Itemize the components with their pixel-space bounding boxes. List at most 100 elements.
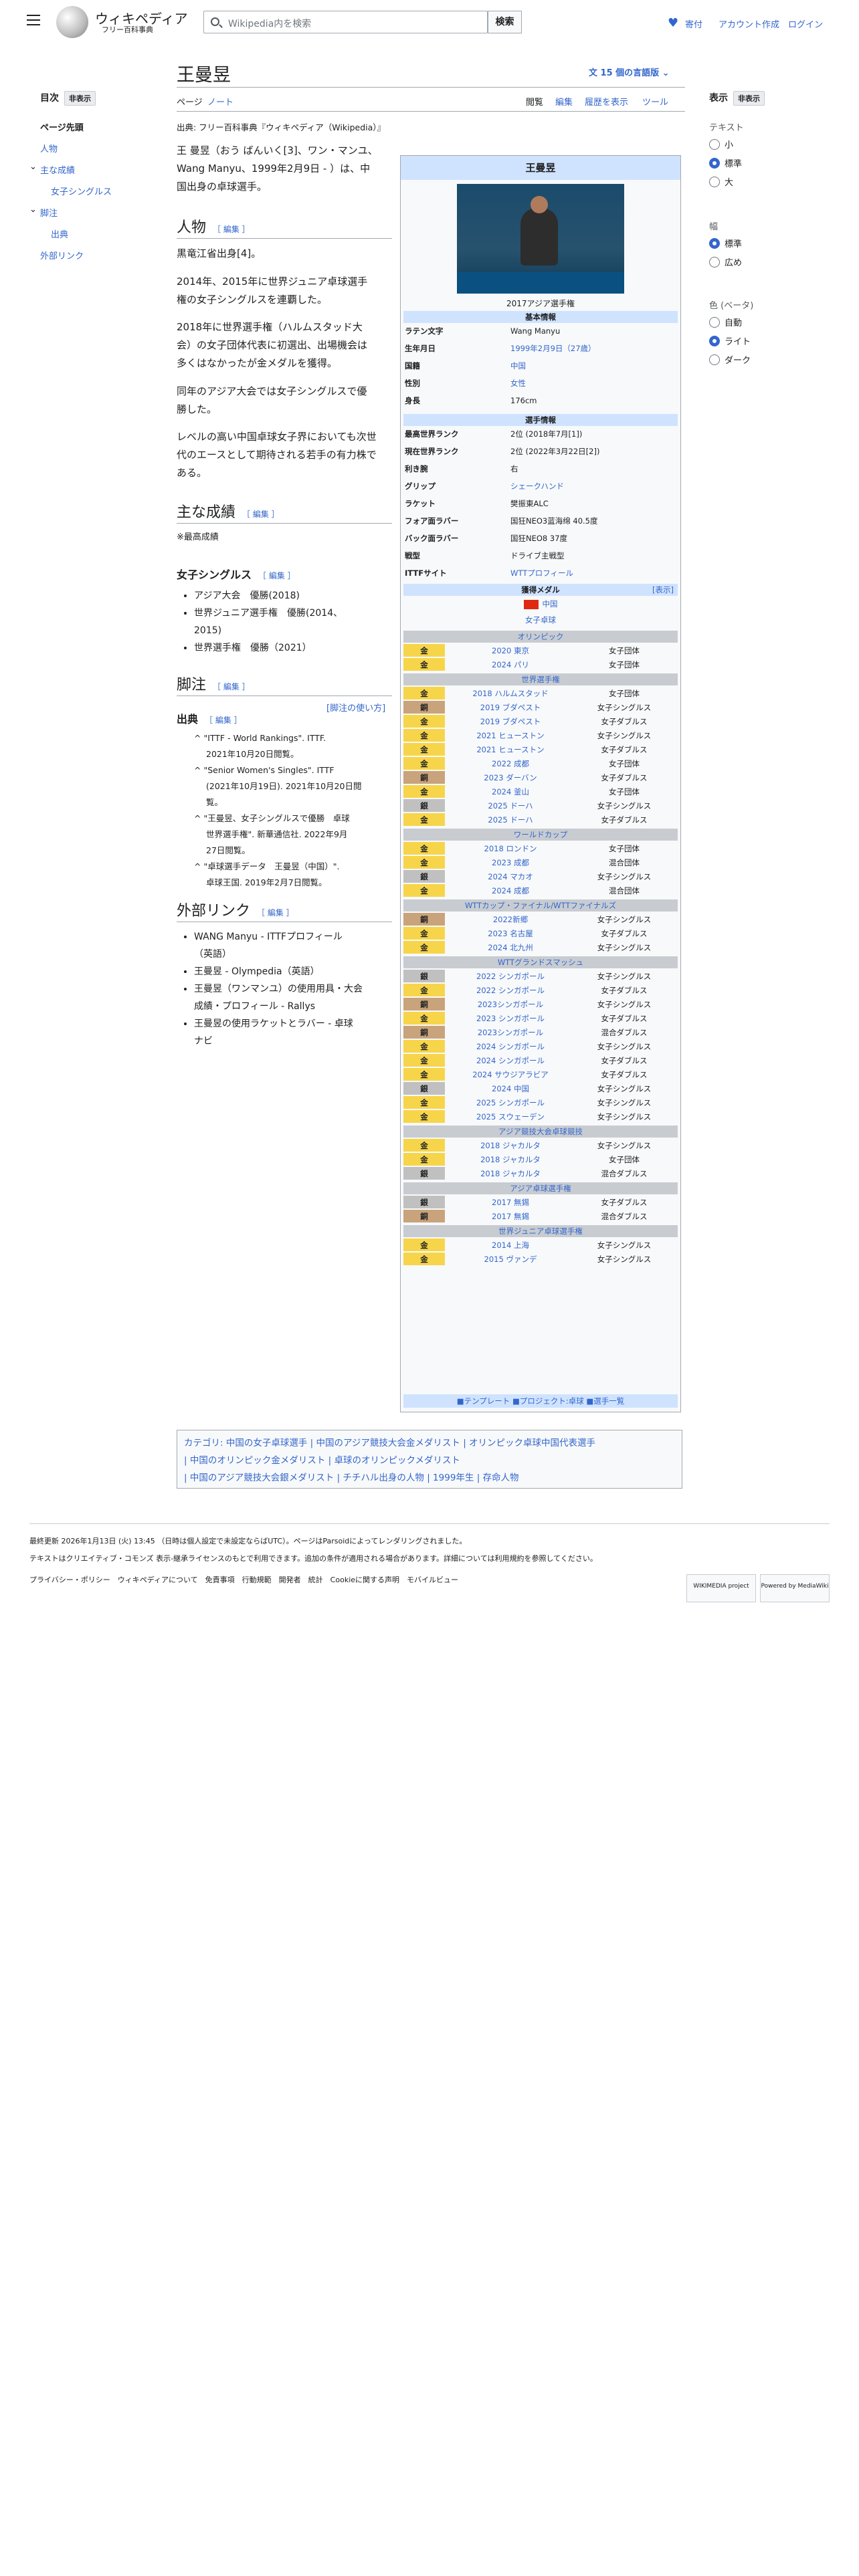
menu-icon[interactable] bbox=[27, 15, 40, 25]
tab-edit[interactable]: 編集 bbox=[555, 95, 573, 108]
medal-row: 金 2024 シンガポール 女子シングルス bbox=[403, 1040, 678, 1053]
medal-event-link[interactable]: 2023シンガポール bbox=[464, 1026, 557, 1039]
medal-event-link[interactable]: 2024 中国 bbox=[464, 1082, 557, 1095]
radio-width-standard[interactable]: 標準 bbox=[709, 237, 742, 249]
medal-event-link[interactable]: 2021 ヒューストン bbox=[464, 743, 557, 756]
chevron-down-icon[interactable]: ⌄ bbox=[29, 205, 37, 215]
medal-event-link[interactable]: 2019 ブダペスト bbox=[464, 701, 557, 714]
medal-badge: 銀 bbox=[403, 1167, 445, 1180]
search-button[interactable]: 検索 bbox=[488, 11, 522, 33]
medal-event-link[interactable]: 2018 ジャカルタ bbox=[464, 1139, 557, 1152]
medal-event-link[interactable]: 2024 釜山 bbox=[464, 785, 557, 798]
medal-event-link[interactable]: 2023 シンガポール bbox=[464, 1012, 557, 1025]
radio-color-light[interactable]: ライト bbox=[709, 334, 751, 347]
medal-event-link[interactable]: 2018 ハルムスタッド bbox=[464, 687, 557, 700]
tab-page[interactable]: ページ bbox=[177, 95, 203, 108]
medal-event-link[interactable]: 2022 シンガポール bbox=[464, 970, 557, 983]
medal-event-link[interactable]: 2023シンガポール bbox=[464, 998, 557, 1011]
create-account-link[interactable]: アカウント作成 bbox=[719, 17, 779, 30]
toc-item[interactable]: 人物 bbox=[40, 142, 58, 154]
medal-event-link[interactable]: 2024 北九州 bbox=[464, 941, 557, 954]
radio-color-dark[interactable]: ダーク bbox=[709, 353, 751, 366]
player-photo[interactable] bbox=[457, 184, 624, 294]
table-of-contents: 目次 非表示 ページ先頭 人物 ⌄ 主な成績 女子シングルス ⌄ 脚注 出典 外部… bbox=[29, 91, 154, 261]
edit-link[interactable]: ［ 編集 ］ bbox=[213, 225, 250, 234]
medal-badge: 金 bbox=[403, 785, 445, 798]
medal-event-link[interactable]: 2024 シンガポール bbox=[464, 1054, 557, 1067]
chevron-down-icon[interactable]: ⌄ bbox=[29, 162, 37, 172]
medal-event-link[interactable]: 2025 ドーハ bbox=[464, 799, 557, 813]
medal-section-heading[interactable]: WTTカップ・ファイナル/WTTファイナルズ bbox=[403, 899, 678, 911]
toc-item[interactable]: 女子シングルス bbox=[51, 185, 112, 197]
medal-event-link[interactable]: 2023 ダーバン bbox=[464, 771, 557, 784]
search-input[interactable]: Wikipedia内を検索 bbox=[203, 11, 488, 33]
medal-event-link[interactable]: 2024 成都 bbox=[464, 884, 557, 897]
medal-event-link[interactable]: 2023 成都 bbox=[464, 856, 557, 869]
edit-link[interactable]: ［ 編集 ］ bbox=[213, 682, 250, 691]
appearance-hide-button[interactable]: 非表示 bbox=[733, 91, 765, 106]
medal-event-link[interactable]: 2019 ブダペスト bbox=[464, 715, 557, 728]
medal-event-link[interactable]: 2025 スウェーデン bbox=[464, 1110, 557, 1123]
medal-event-link[interactable]: 2024 マカオ bbox=[464, 870, 557, 883]
infobox-key: 戦型 bbox=[405, 551, 420, 560]
medal-event-link[interactable]: 2015 ヴァンデ bbox=[464, 1253, 557, 1266]
edit-link[interactable]: ［ 編集 ］ bbox=[205, 716, 242, 725]
radio-text-standard[interactable]: 標準 bbox=[709, 156, 742, 169]
wikipedia-logo-icon[interactable] bbox=[56, 6, 88, 38]
toc-hide-button[interactable]: 非表示 bbox=[64, 91, 96, 106]
show-toggle[interactable]: [表示] bbox=[652, 584, 674, 596]
medal-event-link[interactable]: 2023 名古屋 bbox=[464, 927, 557, 940]
medal-event-link[interactable]: 2025 シンガポール bbox=[464, 1096, 557, 1109]
tab-tools[interactable]: ツール bbox=[642, 95, 668, 108]
toc-item[interactable]: 出典 bbox=[51, 227, 68, 240]
tab-history[interactable]: 履歴を表示 bbox=[585, 95, 628, 108]
radio-text-large[interactable]: 大 bbox=[709, 175, 733, 188]
radio-color-auto[interactable]: 自動 bbox=[709, 316, 742, 328]
radio-text-small[interactable]: 小 bbox=[709, 138, 733, 150]
medal-event-link[interactable]: 2018 ロンドン bbox=[464, 842, 557, 855]
medal-event-link[interactable]: 2022新郷 bbox=[464, 913, 557, 926]
wikimedia-badge[interactable]: WIKIMEDIA project bbox=[686, 1574, 756, 1602]
medal-section-heading[interactable]: アジア競技大会卓球競技 bbox=[403, 1125, 678, 1138]
toc-item[interactable]: ページ先頭 bbox=[40, 120, 84, 133]
medal-row: 銀 2024 中国 女子シングルス bbox=[403, 1082, 678, 1095]
edit-link[interactable]: ［ 編集 ］ bbox=[257, 908, 294, 918]
tab-read[interactable]: 閲覧 bbox=[526, 95, 543, 108]
medal-event-link[interactable]: 2025 ドーハ bbox=[464, 813, 557, 827]
toc-item[interactable]: 外部リンク bbox=[40, 249, 84, 261]
language-button[interactable]: 文 15 個の言語版 ⌄ bbox=[589, 66, 670, 78]
footnote-help-link[interactable]: [脚注の使い方] bbox=[326, 701, 385, 717]
medal-section-heading[interactable]: WTTグランドスマッシュ bbox=[403, 956, 678, 968]
medal-event-link[interactable]: 2020 東京 bbox=[464, 644, 557, 657]
toc-item[interactable]: 脚注 bbox=[40, 206, 58, 219]
edit-link[interactable]: ［ 編集 ］ bbox=[242, 510, 280, 519]
tab-talk[interactable]: ノート bbox=[207, 95, 233, 108]
edit-link[interactable]: ［ 編集 ］ bbox=[258, 571, 296, 580]
medal-event-link[interactable]: 2018 ジャカルタ bbox=[464, 1153, 557, 1166]
medal-section-heading[interactable]: オリンピック bbox=[403, 631, 678, 643]
medal-section-heading[interactable]: アジア卓球選手権 bbox=[403, 1182, 678, 1194]
donate-link[interactable]: 寄付 bbox=[685, 17, 702, 30]
mediawiki-badge[interactable]: Powered by MediaWiki bbox=[760, 1574, 830, 1602]
medal-event-link[interactable]: 2022 シンガポール bbox=[464, 984, 557, 997]
medal-badge: 金 bbox=[403, 856, 445, 869]
medal-event-link[interactable]: 2022 成都 bbox=[464, 757, 557, 770]
medal-event-link[interactable]: 2021 ヒューストン bbox=[464, 729, 557, 742]
medal-section-heading[interactable]: 世界選手権 bbox=[403, 673, 678, 685]
medal-event-link[interactable]: 2024 サウジアラビア bbox=[464, 1068, 557, 1081]
medal-event-link[interactable]: 2018 ジャカルタ bbox=[464, 1167, 557, 1180]
medal-section-heading[interactable]: ワールドカップ bbox=[403, 829, 678, 841]
medal-category: 混合団体 bbox=[609, 858, 640, 867]
login-link[interactable]: ログイン bbox=[788, 17, 823, 30]
medal-event-link[interactable]: 2017 無錫 bbox=[464, 1196, 557, 1209]
medal-category: 女子団体 bbox=[609, 787, 640, 796]
toc-item[interactable]: 主な成績 bbox=[40, 163, 75, 176]
medal-event-link[interactable]: 2017 無錫 bbox=[464, 1210, 557, 1223]
radio-width-wide[interactable]: 広め bbox=[709, 255, 742, 268]
medal-event-link[interactable]: 2014 上海 bbox=[464, 1239, 557, 1252]
medal-section-heading[interactable]: 世界ジュニア卓球選手権 bbox=[403, 1225, 678, 1237]
infobox-navbar[interactable]: ■テンプレート ■プロジェクト:卓球 ■選手一覧 bbox=[403, 1394, 678, 1408]
medal-event-link[interactable]: 2024 パリ bbox=[464, 658, 557, 671]
medal-event-link[interactable]: 2024 シンガポール bbox=[464, 1040, 557, 1053]
footer-links[interactable]: プライバシー・ポリシー ウィキペディアについて 免責事項 行動規範 開発者 統計… bbox=[29, 1574, 458, 1585]
